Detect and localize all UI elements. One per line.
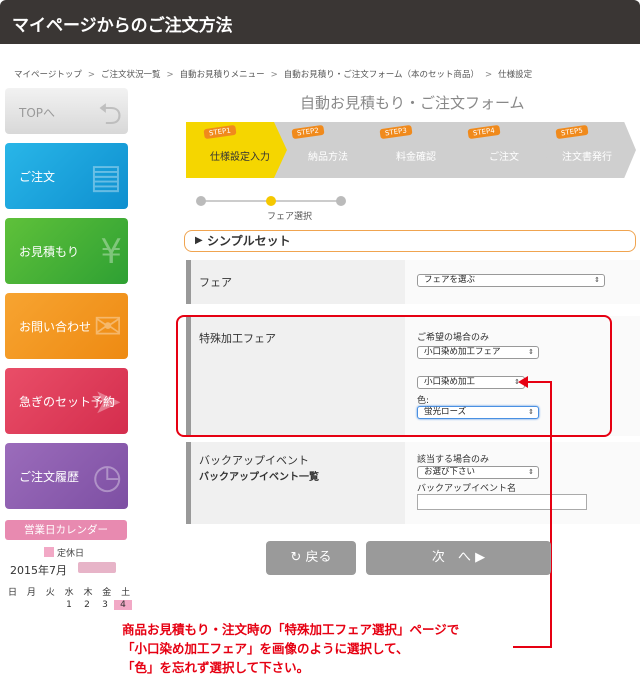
backup-event-list-link[interactable]: バックアップイベント一覧 bbox=[199, 468, 319, 483]
sidebar-item-estimate[interactable]: お見積もり ¥ bbox=[5, 218, 128, 284]
progress-dot-active bbox=[266, 196, 276, 206]
calendar-date: 2 bbox=[84, 600, 90, 610]
calendar-date-holiday: 4 bbox=[114, 600, 132, 610]
calendar-title: 営業日カレンダー bbox=[5, 520, 127, 540]
step-1: STEP1 仕様設定入力 bbox=[186, 122, 294, 178]
yen-arrow-icon: ¥ bbox=[100, 232, 122, 272]
triangle-right-icon: ▶ bbox=[195, 235, 203, 246]
pointer-line bbox=[513, 646, 552, 648]
fair-select-value: フェアを選ぶ bbox=[424, 275, 476, 285]
return-arrow-icon: ⮌ bbox=[97, 97, 122, 132]
sub-progress bbox=[196, 196, 346, 206]
sidebar: TOPへ ⮌ ご注文 ▤ お見積もり ¥ お問い合わせ ✉ 急ぎのセット予約 ➤… bbox=[5, 88, 128, 518]
progress-dot bbox=[196, 196, 206, 206]
calendar-month: 2015年7月 bbox=[10, 564, 67, 577]
step-3: STEP3 料金確認 bbox=[362, 122, 470, 178]
sidebar-item-label: ご注文履歴 bbox=[19, 470, 80, 484]
back-arrow-icon: ↻ bbox=[290, 550, 302, 565]
updown-icon: ⇕ bbox=[528, 468, 534, 476]
highlight-box bbox=[176, 315, 612, 437]
step-indicator: STEP1 仕様設定入力 STEP2 納品方法 STEP3 料金確認 STEP4… bbox=[186, 122, 636, 178]
backup-event-hint: 該当する場合のみ bbox=[417, 455, 490, 465]
header-bar: マイページからのご注文方法 bbox=[0, 0, 640, 44]
progress-dot bbox=[336, 196, 346, 206]
breadcrumb: マイページトップ > ご注文状況一覧 > 自動お見積りメニュー > 自動お見積り・ご注文フォ… bbox=[14, 68, 532, 80]
sidebar-item-order-history[interactable]: ご注文履歴 ◷ bbox=[5, 443, 128, 509]
sidebar-item-rush-reservation[interactable]: 急ぎのセット予約 ➤ bbox=[5, 368, 128, 434]
document-icon: ▤ bbox=[89, 157, 122, 197]
breadcrumb-separator: > bbox=[87, 70, 95, 80]
holiday-swatch bbox=[44, 547, 54, 557]
fair-select[interactable]: フェアを選ぶ ⇕ bbox=[417, 274, 605, 287]
form-title: 自動お見積もり・ご注文フォーム bbox=[300, 94, 525, 112]
section-header: ▶ シンプルセット bbox=[184, 230, 636, 252]
mail-icon: ✉ bbox=[93, 307, 123, 347]
sidebar-item-label: お問い合わせ bbox=[19, 320, 92, 334]
play-circle-icon: ▶ bbox=[475, 550, 486, 565]
step-badge: STEP4 bbox=[467, 124, 501, 140]
holiday-label: 定休日 bbox=[57, 549, 85, 559]
step-badge: STEP1 bbox=[203, 124, 237, 140]
calendar-dates: 1 2 34 bbox=[60, 600, 132, 610]
sidebar-item-top[interactable]: TOPへ ⮌ bbox=[5, 88, 128, 134]
sidebar-item-label: お見積もり bbox=[19, 245, 80, 259]
back-button[interactable]: ↻ 戻る bbox=[266, 541, 356, 575]
step-badge: STEP5 bbox=[555, 124, 589, 140]
breadcrumb-separator: > bbox=[270, 70, 278, 80]
pointer-line bbox=[526, 381, 552, 383]
backup-event-label: バックアップイベント bbox=[199, 454, 309, 467]
breadcrumb-item-estimate-menu[interactable]: 自動お見積りメニュー bbox=[180, 70, 265, 80]
backup-event-name-input[interactable] bbox=[417, 494, 587, 510]
breadcrumb-separator: > bbox=[485, 70, 493, 80]
backup-event-row: バックアップイベント バックアップイベント一覧 該当する場合のみ お選び下さい ⇕… bbox=[186, 442, 640, 524]
step-label: 仕様設定入力 bbox=[210, 152, 270, 163]
step-2: STEP2 納品方法 bbox=[274, 122, 382, 178]
calendar-weekdays: 日 月 火 水 木 金 土 bbox=[8, 588, 131, 598]
breadcrumb-item-mypage[interactable]: マイページトップ bbox=[14, 70, 82, 80]
step-label: ご注文 bbox=[489, 152, 519, 163]
backup-event-select-value: お選び下さい bbox=[424, 467, 476, 477]
calendar-nav-buttons[interactable] bbox=[78, 562, 116, 573]
sidebar-item-label: ご注文 bbox=[19, 170, 56, 184]
sidebar-item-inquiry[interactable]: お問い合わせ ✉ bbox=[5, 293, 128, 359]
next-button-label: 次 へ bbox=[431, 550, 471, 565]
holiday-legend: 定休日 bbox=[44, 546, 84, 559]
step-badge: STEP2 bbox=[291, 124, 325, 140]
step-5: STEP5 注文書発行 bbox=[538, 122, 636, 178]
fair-field: フェアを選ぶ ⇕ bbox=[405, 260, 640, 304]
instruction-note: 商品お見積もり・注文時の「特殊加工フェア選択」ページで 「小口染め加工フェア」を… bbox=[122, 620, 459, 677]
step-label: 納品方法 bbox=[308, 152, 348, 163]
next-button[interactable]: 次 へ ▶ bbox=[366, 541, 551, 575]
pointer-line bbox=[550, 382, 552, 648]
breadcrumb-separator: > bbox=[166, 70, 174, 80]
page-title: マイページからのご注文方法 bbox=[12, 16, 233, 36]
instruction-line: 「色」を忘れず選択して下さい。 bbox=[122, 660, 310, 675]
breadcrumb-item-order-status[interactable]: ご注文状況一覧 bbox=[101, 70, 161, 80]
backup-event-name-label: バックアップイベント名 bbox=[417, 484, 517, 494]
breadcrumb-item-order-form[interactable]: 自動お見積り・ご注文フォーム（本のセット商品） bbox=[284, 70, 479, 80]
sidebar-item-label: TOPへ bbox=[19, 106, 56, 120]
calendar-date: 1 bbox=[66, 600, 72, 610]
instruction-line: 「小口染め加工フェア」を画像のように選択して、 bbox=[122, 641, 409, 656]
step-label: 料金確認 bbox=[396, 152, 436, 163]
sidebar-item-order[interactable]: ご注文 ▤ bbox=[5, 143, 128, 209]
backup-event-field: 該当する場合のみ お選び下さい ⇕ バックアップイベント名 bbox=[405, 442, 640, 524]
clock-icon: ◷ bbox=[92, 457, 122, 497]
backup-event-select[interactable]: お選び下さい ⇕ bbox=[417, 466, 539, 479]
progress-label: フェア選択 bbox=[267, 212, 313, 222]
back-button-label: 戻る bbox=[305, 550, 332, 565]
step-label: 注文書発行 bbox=[562, 152, 612, 163]
breadcrumb-item-spec: 仕様設定 bbox=[498, 70, 533, 80]
step-badge: STEP3 bbox=[379, 124, 413, 140]
fair-label: フェア bbox=[199, 276, 232, 289]
fair-row: フェア フェアを選ぶ ⇕ bbox=[186, 260, 640, 304]
updown-icon: ⇕ bbox=[594, 276, 600, 284]
instruction-line: 商品お見積もり・注文時の「特殊加工フェア選択」ページで bbox=[122, 622, 460, 637]
rocket-icon: ➤ bbox=[93, 382, 123, 422]
section-title: シンプルセット bbox=[207, 234, 291, 248]
calendar-date: 3 bbox=[102, 600, 108, 610]
